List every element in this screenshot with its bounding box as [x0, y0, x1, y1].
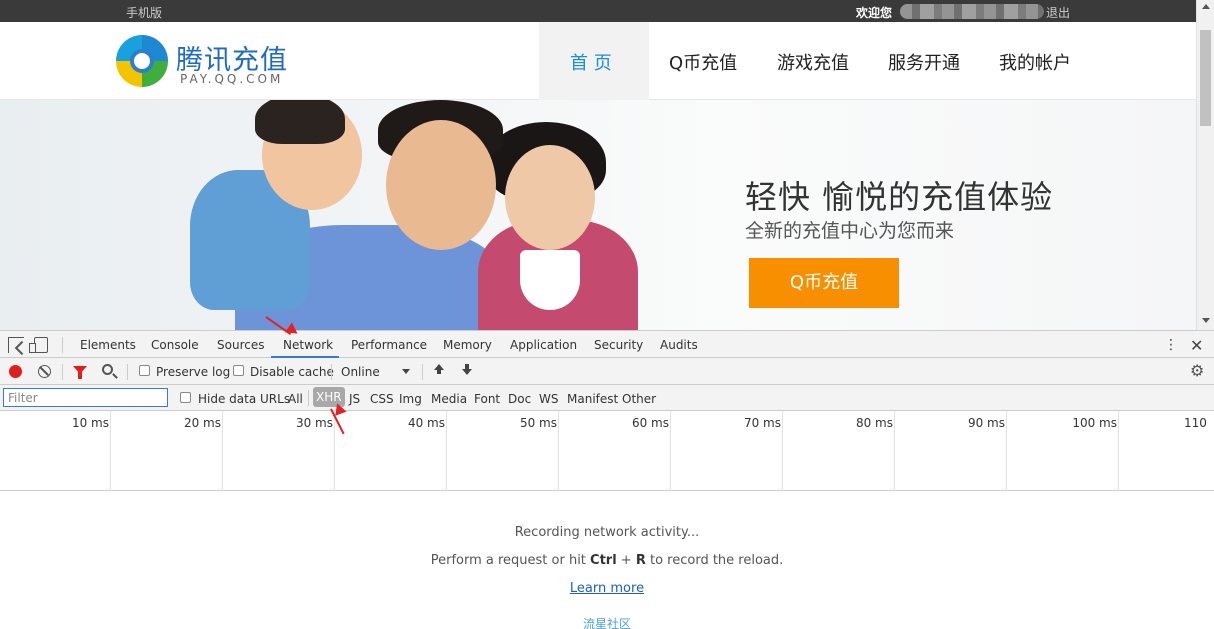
hero-banner: 轻快 愉悦的充值体验 全新的充值中心为您而来 Q币充值 — [0, 100, 1196, 330]
clear-icon[interactable] — [38, 365, 51, 378]
hero-photo-part — [386, 120, 496, 250]
hero-photo-part — [520, 250, 580, 310]
hint-key-ctrl: Ctrl — [590, 553, 617, 568]
timeline-tick-label: 70 ms — [743, 416, 781, 430]
page-scrollbar[interactable] — [1196, 0, 1214, 330]
timeline-tick-label: 30 ms — [295, 416, 333, 430]
scrollbar-thumb[interactable] — [1200, 30, 1211, 126]
hint-prefix: Perform a request or hit — [430, 553, 591, 568]
filter-type-font[interactable]: Font — [474, 392, 500, 406]
tab-audits[interactable]: Audits — [660, 338, 698, 352]
devtools-panel: Elements Console Sources Network Perform… — [0, 330, 1214, 629]
watermark-text: 流星社区 — [582, 617, 631, 629]
network-overview-timeline[interactable]: 10 ms 20 ms 30 ms 40 ms 50 ms 60 ms 70 m… — [0, 411, 1214, 491]
reload-hint-text: Perform a request or hit Ctrl + R to rec… — [0, 553, 1214, 568]
scroll-down-arrow-icon[interactable] — [1202, 318, 1210, 323]
hero-title: 轻快 愉悦的充值体验 — [745, 178, 1054, 216]
timeline-tick-label: 90 ms — [967, 416, 1005, 430]
divider — [62, 364, 63, 380]
network-filterbar: Hide data URLs All XHR JS CSS Img Media … — [0, 385, 1214, 411]
timeline-tick-label: 110 — [1184, 416, 1207, 430]
disable-cache-checkbox[interactable] — [233, 365, 244, 376]
filter-type-manifest[interactable]: Manifest — [567, 392, 618, 406]
divider — [308, 390, 309, 406]
search-icon[interactable] — [102, 364, 113, 375]
username-blurred — [900, 4, 1044, 19]
hide-data-urls-checkbox[interactable] — [180, 392, 191, 403]
nav-home[interactable]: 首 页 — [570, 49, 612, 75]
divider — [331, 364, 332, 380]
gear-icon[interactable]: ⚙ — [1190, 363, 1204, 379]
scroll-up-arrow-icon[interactable] — [1202, 4, 1210, 9]
throttling-select[interactable]: Online — [341, 365, 380, 379]
filter-type-img[interactable]: Img — [399, 392, 422, 406]
record-icon[interactable] — [9, 365, 22, 378]
tab-performance[interactable]: Performance — [351, 338, 427, 352]
tab-security[interactable]: Security — [594, 338, 643, 352]
more-options-icon[interactable]: ⋮ — [1164, 338, 1178, 352]
chevron-down-icon[interactable] — [402, 369, 410, 374]
filter-type-media[interactable]: Media — [431, 392, 467, 406]
disable-cache-label[interactable]: Disable cache — [250, 365, 334, 379]
filter-type-js[interactable]: JS — [349, 392, 360, 406]
hero-photo-part — [505, 145, 595, 250]
filter-input[interactable] — [3, 388, 168, 407]
timeline-tick-label: 100 ms — [1072, 416, 1117, 430]
recording-status-text: Recording network activity... — [514, 525, 700, 540]
hero-subtitle: 全新的充值中心为您而来 — [745, 220, 955, 242]
welcome-text: 欢迎您 — [856, 6, 893, 20]
mobile-version-link[interactable]: 手机版 — [126, 4, 162, 21]
filter-funnel-icon[interactable] — [73, 366, 87, 379]
hint-suffix: to record the reload. — [645, 553, 784, 568]
timeline-tick-label: 60 ms — [631, 416, 669, 430]
tab-memory[interactable]: Memory — [443, 338, 492, 352]
devtools-tabbar: Elements Console Sources Network Perform… — [0, 330, 1214, 358]
tab-application[interactable]: Application — [510, 338, 577, 352]
filter-type-all[interactable]: All — [288, 392, 303, 406]
hero-photo-part — [255, 100, 345, 144]
hint-key-r: R — [635, 553, 646, 568]
divider — [62, 337, 63, 353]
filter-type-doc[interactable]: Doc — [508, 392, 531, 406]
inspect-element-icon[interactable] — [8, 337, 24, 353]
hide-data-urls-label[interactable]: Hide data URLs — [198, 392, 290, 406]
nav-my-account[interactable]: 我的帐户 — [999, 49, 1071, 75]
filter-type-other[interactable]: Other — [622, 392, 656, 406]
close-icon[interactable]: ✕ — [1190, 336, 1203, 355]
network-toolbar: Preserve log Disable cache Online ⚙ — [0, 358, 1214, 385]
divider — [127, 364, 128, 380]
timeline-tick-label: 80 ms — [855, 416, 893, 430]
tab-network[interactable]: Network — [283, 338, 333, 352]
timeline-tick-label: 10 ms — [71, 416, 109, 430]
network-empty-state: Recording network activity... Perform a … — [0, 491, 1214, 629]
export-har-icon[interactable] — [461, 364, 473, 378]
filter-type-ws[interactable]: WS — [539, 392, 558, 406]
logo-subtitle: PAY.QQ.COM — [180, 72, 284, 86]
nav-qb-recharge[interactable]: Q币充值 — [669, 49, 737, 75]
timeline-tick-label: 20 ms — [183, 416, 221, 430]
timeline-tick-label: 50 ms — [519, 416, 557, 430]
import-har-icon[interactable] — [433, 364, 445, 378]
tenpay-logo-icon[interactable] — [116, 35, 168, 87]
tab-console[interactable]: Console — [151, 338, 199, 352]
device-toolbar-icon[interactable] — [29, 337, 48, 353]
divider — [422, 364, 423, 380]
tab-sources[interactable]: Sources — [217, 338, 264, 352]
learn-more-link[interactable]: Learn more — [0, 581, 1214, 596]
filter-type-css[interactable]: CSS — [370, 392, 394, 406]
nav-game-recharge[interactable]: 游戏充值 — [777, 49, 849, 75]
logout-link[interactable]: 退出 — [1046, 4, 1070, 21]
tab-elements[interactable]: Elements — [80, 338, 136, 352]
preserve-log-checkbox[interactable] — [139, 365, 150, 376]
hint-plus: + — [616, 553, 636, 568]
site-header: 腾讯充值 PAY.QQ.COM 首 页 Q币充值 游戏充值 服务开通 我的帐户 — [0, 22, 1196, 100]
nav-service-activation[interactable]: 服务开通 — [888, 49, 960, 75]
site-topbar: 手机版 欢迎您 退出 — [0, 0, 1196, 22]
preserve-log-label[interactable]: Preserve log — [156, 365, 230, 379]
hero-qb-recharge-button[interactable]: Q币充值 — [749, 258, 899, 308]
timeline-tick-label: 40 ms — [407, 416, 445, 430]
